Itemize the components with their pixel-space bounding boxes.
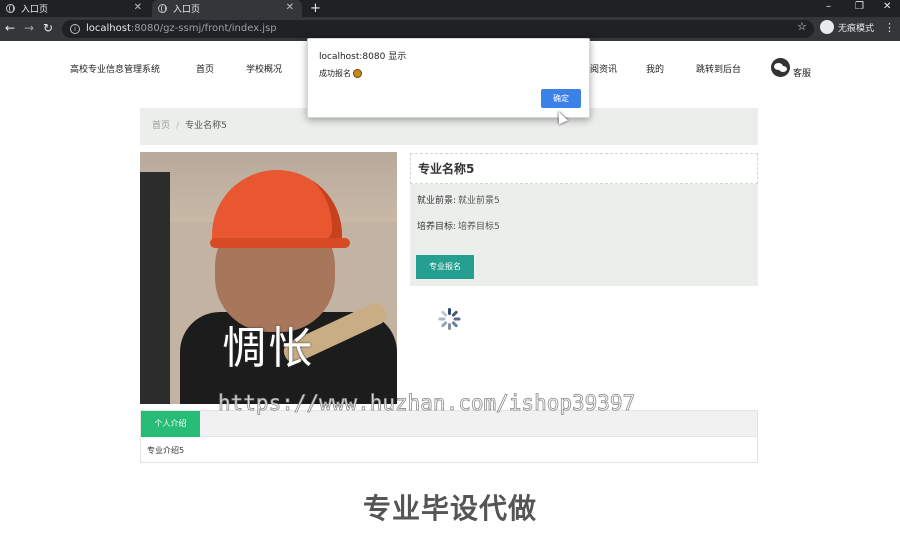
emoji-icon [353, 69, 362, 78]
prospect-value: 就业前景5 [458, 196, 500, 206]
prospect-row: 就业前景: 就业前景5 [417, 193, 500, 206]
bottom-overlay-text: 专业毕设代做 [362, 492, 537, 525]
goal-row: 培养目标: 培养目标5 [417, 219, 500, 232]
nav-item-admin[interactable]: 跳转到后台 [696, 62, 741, 75]
browser-tab-2[interactable]: 入口页 ✕ [152, 0, 302, 17]
globe-icon [158, 4, 167, 13]
forward-arrow-icon[interactable]: → [24, 21, 34, 35]
major-image: 惆怅 [140, 152, 397, 404]
incognito-label: 无痕模式 [838, 23, 875, 34]
nav-item-mine[interactable]: 我的 [646, 62, 664, 75]
loading-spinner-icon [438, 308, 461, 330]
watermark-url: https://www.huzhan.com/ishop39397 [218, 391, 636, 416]
prospect-label: 就业前景: [417, 196, 457, 206]
info-icon[interactable]: i [70, 24, 80, 34]
goal-label: 培养目标: [417, 222, 457, 232]
url-path: :8080/gz-ssmj/front/index.jsp [130, 23, 277, 34]
tab-title: 入口页 [173, 5, 201, 15]
reload-icon[interactable]: ↻ [43, 21, 53, 35]
alert-message: 成功报名 [319, 69, 351, 78]
service-link[interactable]: 客服 [793, 66, 811, 79]
url-host: localhost [86, 23, 131, 34]
enroll-button[interactable]: 专业报名 [416, 255, 474, 279]
nav-item-school[interactable]: 学校概况 [246, 62, 282, 75]
site-name: 高校专业信息管理系统 [70, 65, 161, 75]
tab-close-icon[interactable]: ✕ [134, 2, 142, 13]
alert-dialog: localhost:8080 显示 成功报名 确定 [307, 38, 590, 118]
tab-content: 专业介绍5 [147, 446, 185, 455]
alert-message-row: 成功报名 [319, 68, 362, 79]
bookmark-star-icon[interactable]: ☆ [797, 20, 807, 33]
breadcrumb-separator: / [176, 121, 180, 131]
browser-tabbar: 入口页 ✕ 入口页 ✕ + – ❐ ✕ [0, 0, 900, 17]
close-window-button[interactable]: ✕ [883, 0, 891, 14]
tab-intro[interactable]: 个人介绍 [141, 411, 200, 437]
maximize-button[interactable]: ❐ [855, 0, 864, 14]
breadcrumb-home[interactable]: 首页 [152, 121, 170, 131]
url-input[interactable]: i localhost:8080/gz-ssmj/front/index.jsp [62, 20, 814, 38]
browser-tab-1[interactable]: 入口页 ✕ [0, 0, 150, 17]
new-tab-button[interactable]: + [310, 0, 321, 17]
alert-ok-button[interactable]: 确定 [541, 89, 581, 108]
breadcrumb-current: 专业名称5 [185, 121, 227, 131]
alert-title: localhost:8080 显示 [319, 52, 407, 62]
nav-item-news[interactable]: 阅资讯 [590, 62, 617, 75]
incognito-indicator[interactable]: 无痕模式 [820, 20, 874, 34]
tab-close-icon[interactable]: ✕ [286, 2, 294, 13]
intro-tab-panel: 个人介绍 专业介绍5 [140, 410, 758, 463]
globe-icon [6, 4, 15, 13]
browser-menu-icon[interactable]: ⋮ [884, 21, 895, 34]
major-title: 专业名称5 [410, 153, 758, 184]
minimize-button[interactable]: – [826, 0, 831, 14]
wechat-icon[interactable] [771, 58, 790, 77]
image-caption: 惆怅 [222, 323, 315, 374]
back-arrow-icon[interactable]: ← [5, 21, 15, 35]
goal-value: 培养目标5 [458, 222, 500, 232]
incognito-icon [820, 20, 834, 34]
nav-item-home[interactable]: 首页 [196, 62, 214, 75]
tab-title: 入口页 [21, 5, 49, 15]
